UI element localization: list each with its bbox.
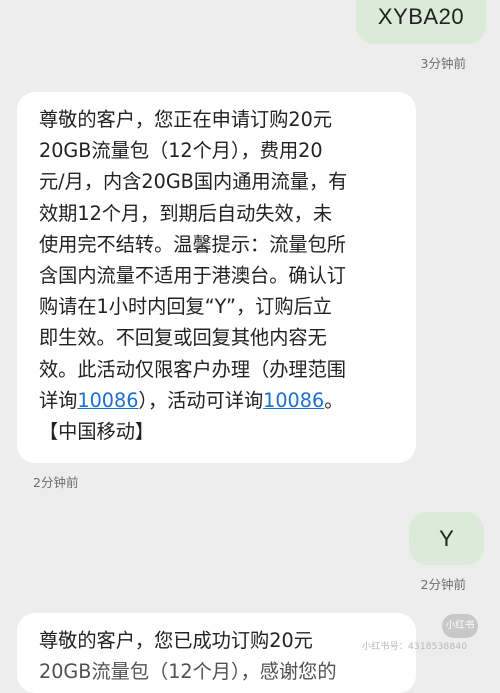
message-line: 元/月，内含20GB国内通用流量，有 <box>39 170 348 194</box>
sent-message-text: Y <box>439 526 454 551</box>
received-message-bubble[interactable]: 尊敬的客户，您正在申请订购20元 20GB流量包（12个月），费用20 元/月，… <box>17 92 416 463</box>
message-timestamp: 2分钟前 <box>33 475 79 490</box>
watermark-text: 小红书号：4318538840 <box>362 642 468 652</box>
line-prefix: 详询 <box>39 388 78 412</box>
message-line: 效期12个月，到期后自动失效，未 <box>39 201 333 225</box>
message-line: 即生效。不回复或回复其他内容无 <box>39 326 327 350</box>
message-line-with-links: 详询10086），活动可详询10086。 <box>39 385 405 416</box>
line-middle: ），活动可详询 <box>138 388 264 412</box>
message-timestamp: 3分钟前 <box>420 56 466 71</box>
message-line: 尊敬的客户，您正在申请订购20元 <box>39 108 333 131</box>
sent-message-text: XYBA20 <box>377 4 465 29</box>
message-timestamp: 2分钟前 <box>420 577 466 592</box>
message-line: 效。此活动仅限客户办理（办理范围 <box>39 357 346 381</box>
received-message-text: 尊敬的客户，您正在申请订购20元 20GB流量包（12个月），费用20 元/月，… <box>39 104 405 447</box>
message-signature: 【中国移动】 <box>39 420 155 444</box>
phone-link-10086-second[interactable]: 10086 <box>263 389 324 412</box>
sent-message-bubble[interactable]: Y <box>409 512 484 565</box>
message-line: 使用完不结转。温馨提示：流量包所 <box>39 232 346 256</box>
received-message-bubble[interactable]: 尊敬的客户，您已成功订购20元 20GB流量包（12个月），感谢您的 <box>17 613 416 693</box>
message-line: 含国内流量不适用于港澳台。确认订 <box>39 264 346 288</box>
message-line: 尊敬的客户，您已成功订购20元 <box>39 629 313 652</box>
message-line: 20GB流量包（12个月），感谢您的 <box>39 660 337 684</box>
received-message-text: 尊敬的客户，您已成功订购20元 20GB流量包（12个月），感谢您的 <box>39 625 405 687</box>
line-suffix: 。 <box>324 388 344 412</box>
sent-message-bubble[interactable]: XYBA20 <box>356 0 486 44</box>
phone-link-10086[interactable]: 10086 <box>77 389 138 412</box>
watermark-logo: 小红书 <box>442 614 478 638</box>
message-line: 20GB流量包（12个月），费用20 <box>39 139 323 163</box>
message-line: 购请在1小时内回复“Y”，订购后立 <box>39 295 332 319</box>
